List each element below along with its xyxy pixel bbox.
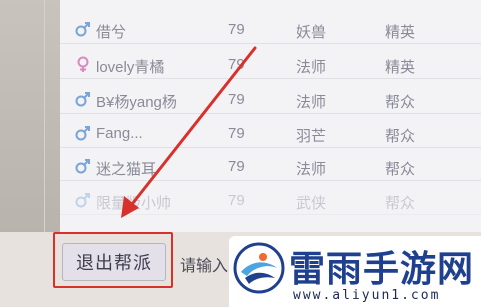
member-name: 限量版小帅 xyxy=(96,195,172,212)
member-row[interactable]: 借兮 79 妖兽 精英 xyxy=(60,14,481,44)
left-frame xyxy=(0,0,60,232)
member-level: 79 xyxy=(228,192,245,209)
member-class: 羽芒 xyxy=(296,128,327,145)
member-row[interactable]: 迷之猫耳 79 法师 帮众 xyxy=(60,151,481,181)
member-level: 79 xyxy=(228,158,245,175)
male-icon xyxy=(75,193,90,208)
annotation-highlight-box xyxy=(53,232,173,288)
male-icon xyxy=(75,159,90,174)
member-position: 精英 xyxy=(385,24,416,41)
member-name: B¥杨yang杨 xyxy=(96,94,177,111)
member-level: 79 xyxy=(228,21,245,38)
member-list: 借兮 79 妖兽 精英 lovely青橘 79 法师 精英 B¥杨yang杨 7… xyxy=(60,0,481,232)
member-level: 79 xyxy=(228,91,245,108)
male-icon xyxy=(75,92,90,107)
member-name: 借兮 xyxy=(96,24,127,41)
member-position: 精英 xyxy=(385,59,416,76)
member-name: Fang... xyxy=(96,125,143,142)
member-row[interactable]: lovely青橘 79 法师 精英 xyxy=(60,49,481,79)
member-name: lovely青橘 xyxy=(96,59,165,76)
guild-member-screen: 借兮 79 妖兽 精英 lovely青橘 79 法师 精英 B¥杨yang杨 7… xyxy=(0,0,481,307)
member-position: 帮众 xyxy=(385,94,416,111)
member-position: 帮众 xyxy=(385,195,416,212)
member-position: 帮众 xyxy=(385,161,416,178)
member-row[interactable]: 限量版小帅 79 武侠 帮众 xyxy=(60,185,481,215)
member-name: 迷之猫耳 xyxy=(96,161,157,178)
watermark-logo: 雷雨手游网 www.aliyun1.com xyxy=(229,236,481,307)
member-class: 武侠 xyxy=(296,195,327,212)
member-row[interactable]: B¥杨yang杨 79 法师 帮众 xyxy=(60,84,481,114)
member-level: 79 xyxy=(228,125,245,142)
member-position: 帮众 xyxy=(385,128,416,145)
watermark-url: www.aliyun1.com xyxy=(293,288,441,303)
female-icon xyxy=(77,56,89,72)
member-row[interactable]: Fang... 79 羽芒 帮众 xyxy=(60,118,481,148)
male-icon xyxy=(75,126,90,141)
member-class: 法师 xyxy=(296,59,327,76)
watermark-name: 雷雨手游网 xyxy=(289,249,475,290)
male-icon xyxy=(75,22,90,37)
member-class: 法师 xyxy=(296,161,327,178)
member-class: 法师 xyxy=(296,94,327,111)
watermark-emblem-icon xyxy=(233,242,285,294)
member-level: 79 xyxy=(228,56,245,73)
member-class: 妖兽 xyxy=(296,24,327,41)
